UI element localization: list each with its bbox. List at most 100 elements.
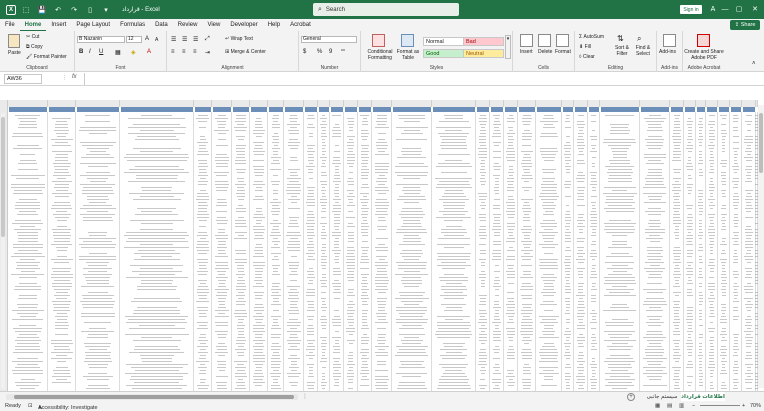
create-share-pdf-button[interactable]: Create and Share Adobe PDF [684, 49, 724, 61]
table-header-cell[interactable] [373, 107, 391, 112]
number-format-select[interactable]: General [301, 36, 357, 43]
column-header[interactable] [432, 100, 476, 107]
table-header-cell[interactable] [697, 107, 705, 112]
column-header[interactable] [706, 100, 718, 107]
fill-button[interactable]: ⬇ Fill [579, 44, 591, 50]
table-header-cell[interactable] [477, 107, 489, 112]
clear-button[interactable]: ◊ Clear [579, 54, 595, 60]
table-header-cell[interactable] [77, 107, 119, 112]
copy-button[interactable]: ⧉ Copy [26, 44, 43, 50]
column-header[interactable] [562, 100, 574, 107]
page-layout-view-icon[interactable]: ▤ [667, 403, 672, 409]
font-color-icon[interactable]: A [147, 49, 151, 55]
italic-button[interactable]: I [89, 49, 91, 55]
font-name-select[interactable]: B Nazanin [77, 36, 125, 43]
table-header-cell[interactable] [519, 107, 535, 112]
orientation-icon[interactable]: ⤢ [205, 36, 210, 43]
table-header-cell[interactable] [505, 107, 517, 112]
tab-view[interactable]: View [202, 19, 225, 31]
column-header[interactable] [330, 100, 344, 107]
formula-cancel-icon[interactable]: ⋮ [62, 75, 67, 81]
add-sheet-button[interactable]: + [627, 393, 635, 401]
row-outline-bar[interactable] [1, 113, 5, 389]
column-header[interactable] [640, 100, 670, 107]
table-header-cell[interactable] [731, 107, 741, 112]
underline-button[interactable]: U [99, 49, 103, 55]
column-header[interactable] [730, 100, 742, 107]
table-header-cell[interactable] [319, 107, 329, 112]
table-header-cell[interactable] [537, 107, 561, 112]
column-header[interactable] [504, 100, 518, 107]
zoom-slider[interactable] [700, 405, 740, 406]
column-header[interactable] [574, 100, 588, 107]
table-header-cell[interactable] [305, 107, 317, 112]
select-all-corner[interactable] [0, 100, 8, 107]
name-box[interactable]: AW36 [4, 74, 42, 84]
tab-acrobat[interactable]: Acrobat [285, 19, 316, 31]
align-center-icon[interactable]: ≡ [182, 49, 186, 55]
redo-icon[interactable]: ↷ [68, 4, 80, 16]
new-file-icon[interactable]: ▯ [84, 4, 96, 16]
align-middle-icon[interactable]: ☰ [182, 36, 187, 43]
column-header[interactable] [588, 100, 600, 107]
table-header-cell[interactable] [433, 107, 475, 112]
bold-button[interactable]: B [79, 49, 83, 55]
style-neutral[interactable]: Neutral [463, 49, 504, 58]
autosum-button[interactable]: Σ AutoSum [579, 34, 604, 40]
table-header-cell[interactable] [601, 107, 639, 112]
horizontal-scroll-thumb[interactable] [14, 395, 294, 399]
table-header-cell[interactable] [285, 107, 303, 112]
format-painter-button[interactable]: 🖌 Format Painter [26, 54, 67, 60]
indent-icon[interactable]: ⇥ [205, 49, 210, 56]
table-header-cell[interactable] [491, 107, 503, 112]
row-outline-thumb[interactable] [1, 117, 5, 237]
wrap-text-button[interactable]: ↵ Wrap Text [225, 36, 253, 42]
column-header[interactable] [304, 100, 318, 107]
column-header[interactable] [742, 100, 756, 107]
tab-file[interactable]: File [0, 19, 20, 31]
style-bad[interactable]: Bad [463, 37, 504, 46]
table-header-cell[interactable] [719, 107, 729, 112]
tab-help[interactable]: Help [263, 19, 285, 31]
column-header[interactable] [358, 100, 372, 107]
zoom-in-icon[interactable]: + [742, 403, 745, 409]
insert-function-button[interactable]: fx [72, 74, 77, 80]
format-as-table-button[interactable]: Format as Table [395, 49, 421, 61]
align-bottom-icon[interactable]: ☰ [193, 36, 198, 43]
column-header[interactable] [696, 100, 706, 107]
tab-insert[interactable]: Insert [46, 19, 71, 31]
column-header[interactable] [718, 100, 730, 107]
delete-cells-button[interactable]: Delete [538, 49, 552, 55]
collapse-ribbon-icon[interactable]: ˄ [752, 61, 756, 67]
table-header-cell[interactable] [195, 107, 211, 112]
close-icon[interactable]: ✕ [748, 3, 762, 15]
tab-home[interactable]: Home [19, 19, 47, 31]
column-header[interactable] [318, 100, 330, 107]
table-header-cell[interactable] [575, 107, 587, 112]
vertical-scrollbar[interactable] [758, 105, 764, 388]
customize-toolbar-icon[interactable]: ▾ [100, 4, 112, 16]
style-normal[interactable]: Normal [423, 37, 464, 46]
table-header-cell[interactable] [359, 107, 371, 112]
sort-filter-button[interactable]: Sort & Filter [613, 45, 631, 57]
column-header[interactable] [212, 100, 232, 107]
search-box[interactable]: ⌕ Search [313, 3, 459, 16]
table-header-cell[interactable] [213, 107, 231, 112]
tab-split-icon[interactable]: ⋮ [302, 393, 308, 400]
tab-data[interactable]: Data [150, 19, 173, 31]
minimize-icon[interactable]: — [718, 3, 732, 15]
column-header[interactable] [250, 100, 268, 107]
insert-cells-icon[interactable] [520, 34, 533, 47]
table-header-cell[interactable] [641, 107, 669, 112]
save-icon[interactable]: 💾 [36, 4, 48, 16]
column-header[interactable] [268, 100, 284, 107]
borders-icon[interactable]: ▦ [115, 49, 121, 56]
table-header-cell[interactable] [269, 107, 283, 112]
currency-button[interactable]: $ [303, 49, 306, 55]
tab-developer[interactable]: Developer [225, 19, 262, 31]
share-button[interactable]: ⇪ Share [730, 20, 760, 30]
table-header-cell[interactable] [49, 107, 75, 112]
vertical-scroll-thumb[interactable] [759, 113, 763, 173]
zoom-level[interactable]: 70% [750, 403, 761, 409]
table-header-cell[interactable] [707, 107, 717, 112]
